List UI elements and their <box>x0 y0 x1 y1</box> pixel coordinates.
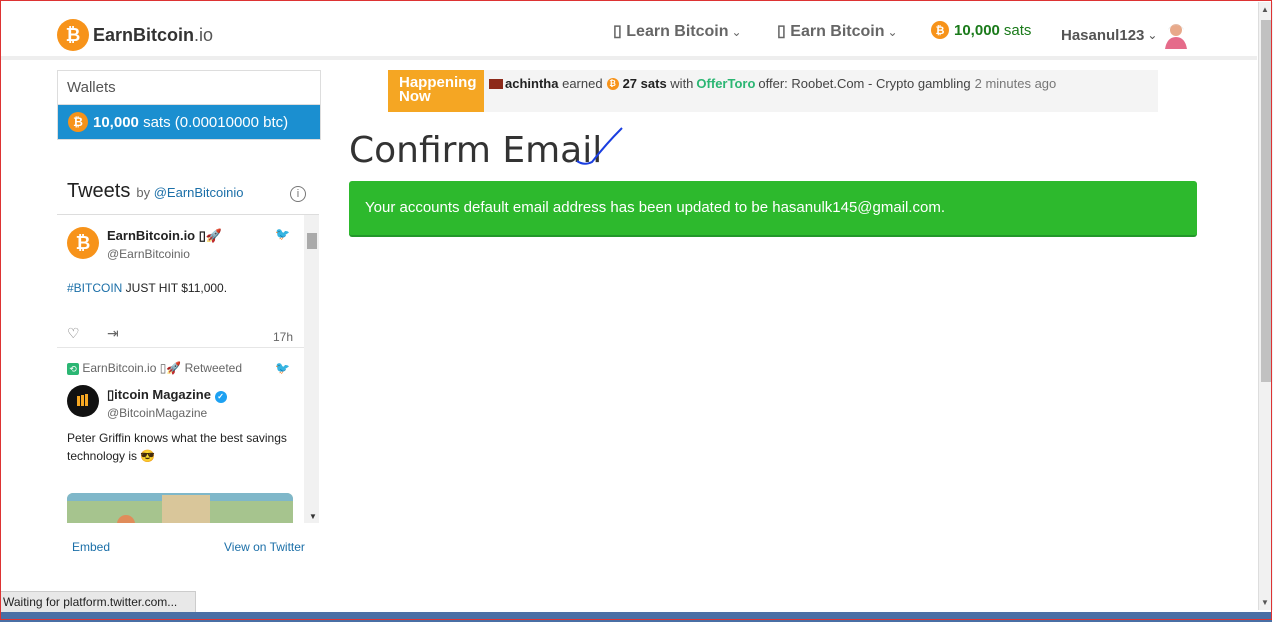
tweet-item[interactable]: ₿ EarnBitcoin.io ▯🚀 @EarnBitcoinio 🐦 #BI… <box>67 225 302 345</box>
retweeted-label: Retweeted <box>184 361 242 375</box>
checkmark-annotation-icon <box>576 127 623 165</box>
brand-logo[interactable]: ₿ EarnBitcoin.io <box>57 19 213 51</box>
timeline-scroll-thumb[interactable] <box>307 233 317 249</box>
heart-icon[interactable]: ♡ <box>67 325 80 342</box>
avatar <box>67 385 99 417</box>
chevron-down-icon: ⌄ <box>731 25 742 39</box>
nav-balance[interactable]: ₿ 10,000 sats <box>931 21 1031 39</box>
wallet-amount: 10,000 <box>93 113 139 131</box>
embed-link[interactable]: Embed <box>72 540 110 554</box>
username: Hasanul123 <box>1061 26 1145 44</box>
tweet-author-handle: @EarnBitcoinio <box>107 247 190 261</box>
nav-sats-unit: sats <box>1003 21 1032 39</box>
nav-learn-bitcoin[interactable]: ▯ Learn Bitcoin ⌄ <box>613 21 742 41</box>
timeline-scrollbar[interactable]: ▼ <box>304 215 319 523</box>
chevron-down-icon: ⌄ <box>1147 28 1158 42</box>
activity-sats: 27 sats <box>622 76 667 91</box>
rocket-icon: ▯🚀 <box>159 361 182 375</box>
bitcoin-logo-icon: ₿ <box>57 19 89 51</box>
tweets-header: Tweets by @EarnBitcoinio <box>67 180 244 203</box>
share-icon[interactable]: ⇥ <box>107 325 119 342</box>
twitter-timeline[interactable]: ₿ EarnBitcoin.io ▯🚀 @EarnBitcoinio 🐦 #BI… <box>57 214 319 523</box>
nav-sats-amount: 10,000 <box>954 21 1000 39</box>
wallets-panel: Wallets ₿ 10,000 sats (0.00010000 btc) <box>57 70 321 140</box>
activity-time: 2 minutes ago <box>974 76 1057 91</box>
avatar: ₿ <box>67 227 99 259</box>
tweet-image[interactable] <box>67 493 293 523</box>
tweets-handle-link[interactable]: @EarnBitcoinio <box>154 185 244 200</box>
happening-now-banner: Happening Now achintha earned ₿ 27 sats … <box>388 70 1158 112</box>
view-on-twitter-link[interactable]: View on Twitter <box>224 540 305 554</box>
earn-icon: ▯ <box>777 23 786 40</box>
page-title: Confirm Email <box>349 130 603 171</box>
tweets-by: by <box>136 185 151 200</box>
scroll-down-icon[interactable]: ▼ <box>1261 598 1269 607</box>
nav-learn-label: Learn Bitcoin <box>626 23 729 40</box>
twitter-bird-icon[interactable]: 🐦 <box>275 361 290 375</box>
browser-status-bar: Waiting for platform.twitter.com... <box>0 591 197 614</box>
verified-icon: ✓ <box>214 391 227 403</box>
activity-user: achintha <box>505 76 559 91</box>
bitcoin-icon: ₿ <box>68 112 88 132</box>
activity-with: with <box>670 76 694 91</box>
scroll-down-icon[interactable]: ▼ <box>309 512 317 521</box>
scroll-up-icon[interactable]: ▲ <box>1261 5 1269 14</box>
rocket-icon: ▯🚀 <box>198 228 223 243</box>
happening-now-tag: Happening Now <box>388 70 484 112</box>
chevron-down-icon: ⌄ <box>887 25 898 39</box>
learn-icon: ▯ <box>613 23 622 40</box>
page-scrollbar[interactable]: ▲ ▼ <box>1258 2 1273 610</box>
os-taskbar <box>0 612 1272 622</box>
tweets-title: Tweets <box>67 180 131 202</box>
info-icon[interactable]: i <box>290 186 306 202</box>
page-scroll-thumb[interactable] <box>1261 20 1271 382</box>
avatar <box>1163 21 1189 49</box>
nav-earn-label: Earn Bitcoin <box>790 23 885 40</box>
wallet-row[interactable]: ₿ 10,000 sats (0.00010000 btc) <box>58 105 320 139</box>
wallets-title: Wallets <box>58 71 320 105</box>
brand-tld: .io <box>194 24 214 45</box>
activity-offer-text: offer: Roobet.Com - Crypto gambling <box>758 76 971 91</box>
top-navbar: ₿ EarnBitcoin.io ▯ Learn Bitcoin ⌄ ▯ Earn… <box>1 2 1257 60</box>
tweet-item[interactable]: ⟲ EarnBitcoin.io ▯🚀 Retweeted 🐦 ▯itcoin … <box>67 361 302 523</box>
brand-name: EarnBitcoin <box>93 24 195 45</box>
tweet-author-handle: @BitcoinMagazine <box>107 406 208 420</box>
wallet-detail: sats (0.00010000 btc) <box>143 113 289 131</box>
retweet-icon: ⟲ <box>67 363 79 375</box>
tweet-text: JUST HIT $11,000. <box>122 281 228 295</box>
tweet-time[interactable]: 17h <box>273 330 293 344</box>
tweet-author-name: EarnBitcoin.io <box>107 228 196 243</box>
tweet-hashtag[interactable]: #BITCOIN <box>67 281 122 295</box>
activity-verb: earned <box>562 76 603 91</box>
tweet-author-name: itcoin Magazine <box>114 387 211 402</box>
tweet-text: Peter Griffin knows what the best saving… <box>67 431 287 463</box>
nav-earn-bitcoin[interactable]: ▯ Earn Bitcoin ⌄ <box>777 21 898 41</box>
twitter-bird-icon[interactable]: 🐦 <box>275 227 290 241</box>
offer-provider-link[interactable]: OfferToro <box>696 76 755 91</box>
tweet-divider <box>57 347 304 348</box>
bitcoin-icon: ₿ <box>606 77 619 90</box>
flag-icon <box>489 78 503 89</box>
user-menu[interactable]: Hasanul123 ⌄ <box>1061 21 1189 49</box>
retweeter-name: EarnBitcoin.io <box>82 361 157 375</box>
success-alert: Your accounts default email address has … <box>349 181 1197 237</box>
bitcoin-icon: ₿ <box>931 21 949 39</box>
activity-feed-item: achintha earned ₿ 27 sats with OfferToro… <box>489 76 1056 91</box>
